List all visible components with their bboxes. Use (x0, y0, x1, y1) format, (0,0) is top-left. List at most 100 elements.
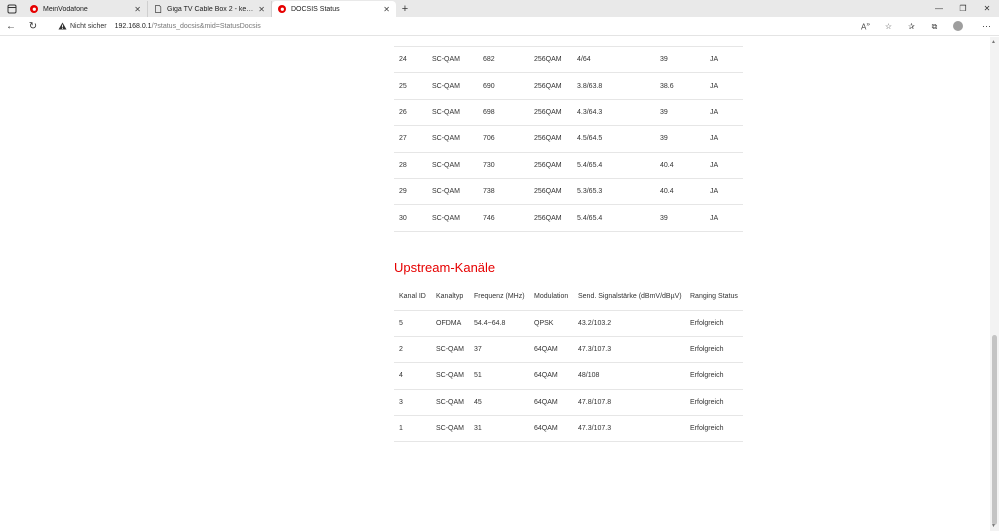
cell-frequency: 51 (469, 362, 529, 390)
cell-modulation: 64QAM (529, 415, 573, 443)
cell-channel-id: 28 (394, 151, 427, 179)
cell-mer: 38.6 (655, 72, 705, 100)
profile-icon[interactable] (946, 20, 969, 33)
cell-modulation: 64QAM (529, 388, 573, 416)
cell-channel-type: SC-QAM (427, 45, 478, 73)
cell-lock: JA (705, 45, 743, 73)
cell-modulation: QPSK (529, 309, 573, 337)
back-arrow-icon[interactable]: ← (0, 17, 22, 36)
cell-lock: JA (705, 177, 743, 205)
cell-modulation: 64QAM (529, 362, 573, 390)
close-tab-icon[interactable]: ✕ (258, 5, 265, 14)
cell-frequency: 730 (478, 151, 529, 179)
cell-channel-type: OFDMA (431, 309, 469, 337)
header-modulation: Modulation (534, 293, 569, 301)
cell-lock: JA (705, 204, 743, 232)
header-frequency: Frequenz (MHz) (474, 293, 525, 301)
cell-mer: 39 (655, 98, 705, 126)
minimize-icon[interactable]: — (927, 0, 951, 17)
tab-title: MeinVodafone (43, 5, 88, 13)
cell-power: 48/108 (573, 362, 685, 390)
table-row: 28 SC-QAM 730 256QAM 5.4/65.4 40.4 JA (394, 151, 743, 179)
browser-toolbar: ← ↻ Nicht sicher 192.168.0.1/?status_doc… (0, 17, 999, 36)
tab-title: DOCSIS Status (291, 5, 340, 13)
table-header-row: Kanal ID Kanaltyp Frequenz (MHz) Modulat… (394, 284, 743, 310)
tab-docsis-status[interactable]: DOCSIS Status ✕ (272, 1, 396, 17)
cell-ranging-status: Erfolgreich (685, 362, 743, 390)
reload-icon[interactable]: ↻ (22, 17, 44, 36)
header-power: Send. Signalstärke (dBmV/dBµV) (578, 293, 682, 301)
vodafone-logo-icon (278, 5, 286, 13)
avatar (952, 20, 963, 31)
favorites-icon[interactable]: ✰ (900, 22, 923, 31)
cell-channel-type: SC-QAM (427, 72, 478, 100)
cell-power: 5.4/65.4 (572, 151, 655, 179)
scroll-up-icon[interactable]: ▲ (991, 39, 996, 45)
tab-actions-icon[interactable] (0, 0, 24, 17)
cell-channel-type: SC-QAM (427, 125, 478, 153)
header-channel-type: Kanaltyp (436, 293, 464, 301)
scroll-down-icon[interactable]: ▼ (991, 523, 996, 529)
cell-power: 47.3/107.3 (573, 335, 685, 363)
tab-meinvodafone[interactable]: MeinVodafone ✕ (24, 1, 148, 17)
cell-channel-type: SC-QAM (427, 204, 478, 232)
cell-power: 4.3/64.3 (572, 98, 655, 126)
close-tab-icon[interactable]: ✕ (134, 5, 141, 14)
collections-icon[interactable]: ⧉ (923, 22, 946, 32)
table-row: 3 SC-QAM 45 64QAM 47.8/107.8 Erfolgreich (394, 388, 743, 416)
cell-frequency: 37 (469, 335, 529, 363)
restore-icon[interactable]: ❐ (951, 0, 975, 17)
cell-power: 3.8/63.8 (572, 72, 655, 100)
cell-modulation: 256QAM (529, 204, 572, 232)
table-row: 24 SC-QAM 682 256QAM 4/64 39 JA (394, 45, 743, 73)
vertical-scrollbar[interactable]: ▲ ▼ (990, 37, 999, 531)
cell-lock: JA (705, 125, 743, 153)
cell-channel-id: 30 (394, 204, 427, 232)
cell-channel-id: 27 (394, 125, 427, 153)
cell-channel-id: 4 (394, 362, 431, 390)
document-icon (155, 5, 162, 13)
table-row: 27 SC-QAM 706 256QAM 4.5/64.5 39 JA (394, 125, 743, 153)
cell-channel-type: SC-QAM (427, 151, 478, 179)
cell-frequency: 698 (478, 98, 529, 126)
cell-channel-id: 1 (394, 415, 431, 443)
table-row: 30 SC-QAM 746 256QAM 5.4/65.4 39 JA (394, 204, 743, 232)
cell-modulation: 256QAM (529, 151, 572, 179)
cell-channel-type: SC-QAM (427, 98, 478, 126)
cell-channel-type: SC-QAM (431, 335, 469, 363)
cell-frequency: 738 (478, 177, 529, 205)
cell-power: 5.3/65.3 (572, 177, 655, 205)
cell-frequency: 31 (469, 415, 529, 443)
upstream-table: Kanal ID Kanaltyp Frequenz (MHz) Modulat… (394, 284, 743, 443)
cell-power: 4.5/64.5 (572, 125, 655, 153)
scrollbar-thumb[interactable] (992, 335, 997, 525)
url-host: 192.168.0.1 (114, 22, 152, 30)
tab-title: Giga TV Cable Box 2 - keine Inte (167, 5, 255, 13)
close-window-icon[interactable]: ✕ (975, 0, 999, 17)
cell-channel-id: 25 (394, 72, 427, 100)
address-bar[interactable]: Nicht sicher 192.168.0.1/?status_docsis&… (58, 22, 261, 30)
cell-channel-id: 24 (394, 45, 427, 73)
cell-frequency: 690 (478, 72, 529, 100)
cell-mer: 39 (655, 45, 705, 73)
new-tab-button[interactable]: + (396, 1, 414, 17)
more-options-icon[interactable]: ⋯ (982, 17, 991, 36)
cell-frequency: 45 (469, 388, 529, 416)
table-row: 5 OFDMA 54.4~64.8 QPSK 43.2/103.2 Erfolgreich (394, 309, 743, 337)
cell-modulation: 256QAM (529, 177, 572, 205)
cell-power: 47.8/107.8 (573, 388, 685, 416)
cell-mer: 39 (655, 125, 705, 153)
cell-mer: 39 (655, 204, 705, 232)
header-channel-id: Kanal ID (399, 293, 426, 301)
tab-giga-tv[interactable]: Giga TV Cable Box 2 - keine Inte ✕ (148, 1, 272, 17)
read-aloud-icon[interactable]: A» (854, 21, 877, 32)
cell-frequency: 746 (478, 204, 529, 232)
cell-modulation: 256QAM (529, 72, 572, 100)
tab-strip: MeinVodafone ✕ Giga TV Cable Box 2 - kei… (0, 0, 999, 17)
toolbar-icons: A» ☆ ✰ ⧉ (854, 17, 969, 36)
close-tab-icon[interactable]: ✕ (383, 5, 390, 14)
add-favorite-icon[interactable]: ☆ (877, 22, 900, 31)
table-row: 2 SC-QAM 37 64QAM 47.3/107.3 Erfolgreich (394, 335, 743, 363)
cell-channel-type: SC-QAM (427, 177, 478, 205)
url-path: /?status_docsis&mid=StatusDocsis (151, 22, 261, 30)
